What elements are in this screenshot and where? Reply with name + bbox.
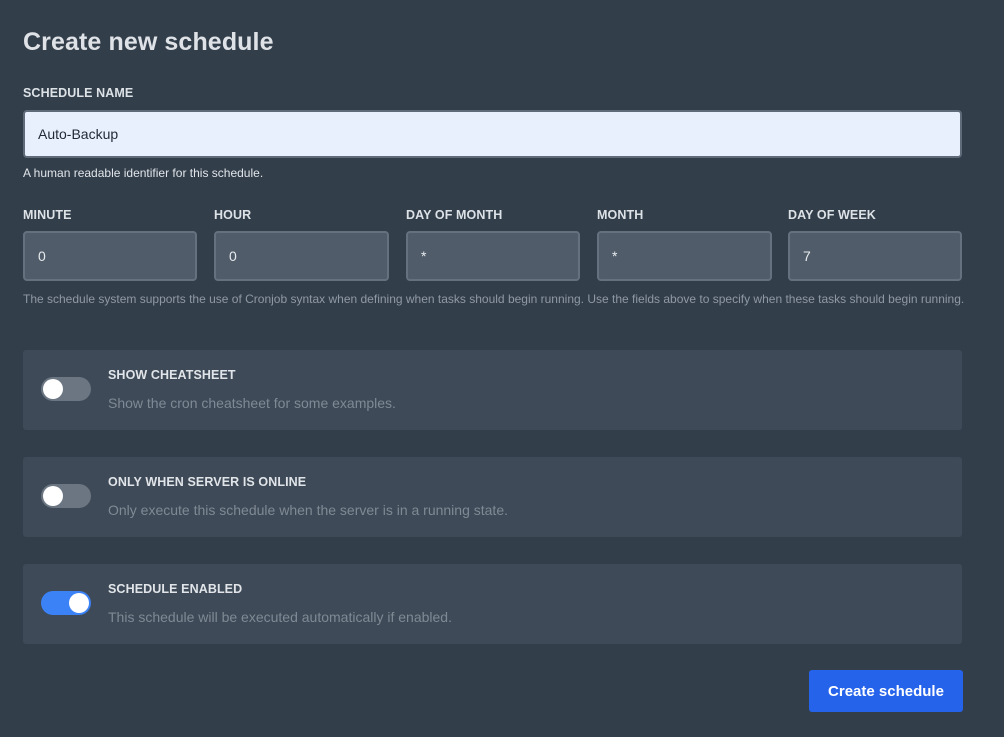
- show-cheatsheet-toggle[interactable]: [41, 377, 91, 401]
- hour-label: HOUR: [214, 208, 252, 222]
- toggle-knob: [43, 486, 63, 506]
- toggle-knob: [69, 593, 89, 613]
- day-of-week-input[interactable]: [788, 231, 962, 281]
- schedule-name-input[interactable]: [23, 110, 962, 158]
- page-title: Create new schedule: [23, 28, 274, 56]
- only-when-online-card: ONLY WHEN SERVER IS ONLINE Only execute …: [23, 457, 962, 537]
- minute-label: MINUTE: [23, 208, 72, 222]
- schedule-enabled-card: SCHEDULE ENABLED This schedule will be e…: [23, 564, 962, 644]
- day-of-week-label: DAY OF WEEK: [788, 208, 876, 222]
- day-of-month-input[interactable]: [406, 231, 580, 281]
- schedule-name-label: SCHEDULE NAME: [23, 86, 134, 100]
- cron-syntax-helper: The schedule system supports the use of …: [23, 292, 965, 306]
- day-of-month-label: DAY OF MONTH: [406, 208, 503, 222]
- month-input[interactable]: [597, 231, 772, 281]
- only-when-online-title: ONLY WHEN SERVER IS ONLINE: [108, 475, 307, 489]
- month-label: MONTH: [597, 208, 644, 222]
- toggle-knob: [43, 379, 63, 399]
- schedule-name-helper: A human readable identifier for this sch…: [23, 166, 264, 180]
- schedule-enabled-title: SCHEDULE ENABLED: [108, 582, 243, 596]
- only-when-online-toggle[interactable]: [41, 484, 91, 508]
- create-schedule-button[interactable]: Create schedule: [809, 670, 963, 712]
- hour-input[interactable]: [214, 231, 389, 281]
- schedule-enabled-description: This schedule will be executed automatic…: [108, 609, 452, 625]
- show-cheatsheet-description: Show the cron cheatsheet for some exampl…: [108, 395, 396, 411]
- schedule-enabled-toggle[interactable]: [41, 591, 91, 615]
- minute-input[interactable]: [23, 231, 197, 281]
- only-when-online-description: Only execute this schedule when the serv…: [108, 502, 508, 518]
- show-cheatsheet-title: SHOW CHEATSHEET: [108, 368, 236, 382]
- show-cheatsheet-card: SHOW CHEATSHEET Show the cron cheatsheet…: [23, 350, 962, 430]
- create-schedule-form: Create new schedule SCHEDULE NAME A huma…: [0, 0, 1004, 737]
